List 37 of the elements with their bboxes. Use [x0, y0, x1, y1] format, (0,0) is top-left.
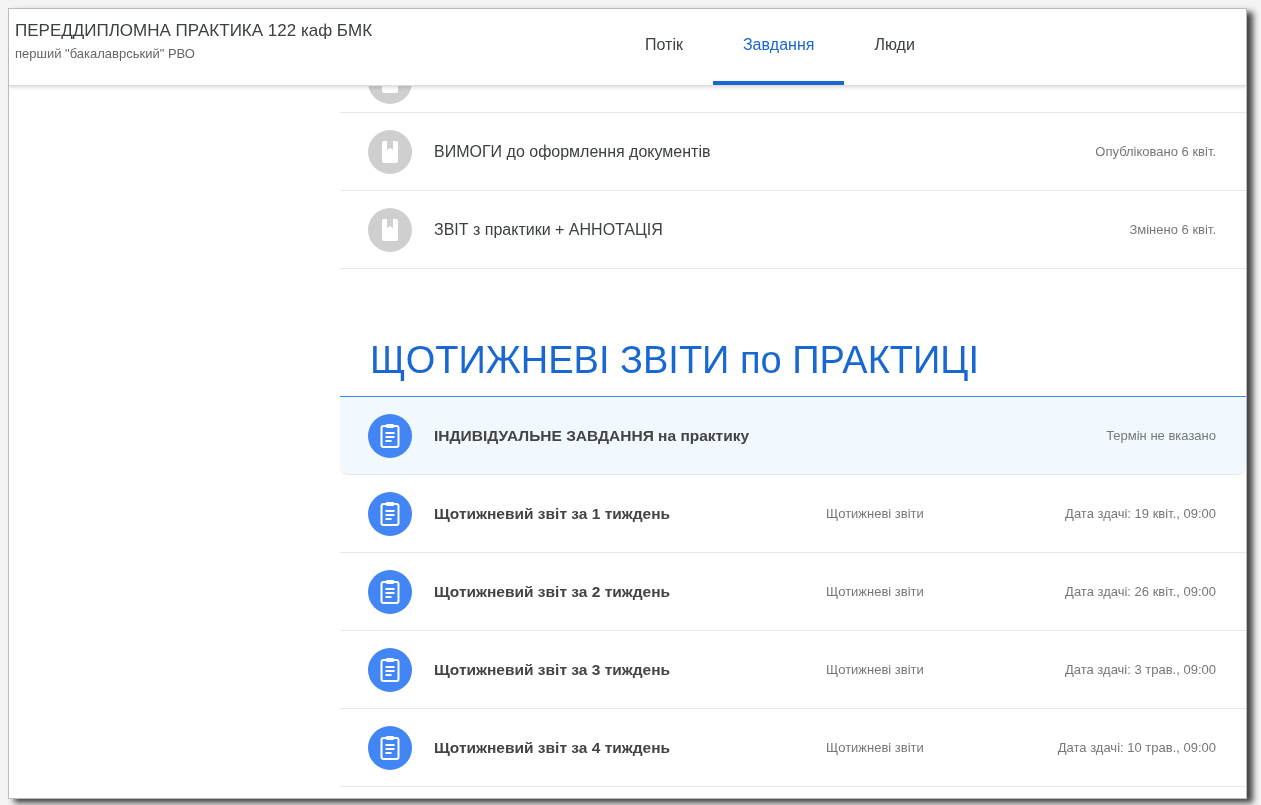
- course-title: ПЕРЕДДИПЛОМНА ПРАКТИКА 122 каф БМК: [15, 21, 374, 41]
- date-label: Змінено 6 квіт.: [1128, 222, 1216, 237]
- due-date-label: Дата здачі: 19 квіт., 09:00: [1064, 506, 1216, 521]
- tab[interactable]: Люди: [844, 9, 945, 85]
- assignment-title: ІНДИВІДУАЛЬНЕ ЗАВДАННЯ на практику: [434, 426, 751, 445]
- material-row[interactable]: ВИМОГИ до оформлення документів Опубліковано 6 квіт.: [340, 113, 1246, 191]
- due-date-label: Дата здачі: 3 трав., 09:00: [1063, 662, 1216, 677]
- due-date-label: Дата здачі: 26 квіт., 09:00: [1064, 584, 1216, 599]
- clipboard-icon: [368, 491, 412, 536]
- assignment-row[interactable]: Щотижневий звіт за 3 тиждень Щотижневі звіти Дата здачі: 3 трав., 09:00: [340, 631, 1246, 709]
- clipboard-icon: [368, 413, 412, 458]
- topic-label: Щотижневі звіти: [826, 740, 925, 755]
- assignment-row[interactable]: Щотижневий звіт за 2 тиждень Щотижневі звіти Дата здачі: 26 квіт., 09:00: [340, 553, 1246, 631]
- assignment-row[interactable]: Щотижневий звіт за 1 тиждень Щотижневі звіти Дата здачі: 19 квіт., 09:00: [340, 475, 1246, 553]
- clipboard-icon: [368, 569, 412, 614]
- document-icon: [368, 207, 412, 252]
- assignment-title: Щотижневий звіт за 1 тиждень: [434, 504, 672, 523]
- topic-label: Щотижневі звіти: [826, 584, 925, 599]
- tab[interactable]: Потік: [615, 9, 713, 85]
- assignment-row[interactable]: Щотижневий звіт за 4 тиждень Щотижневі звіти Дата здачі: 10 трав., 09:00: [340, 709, 1246, 787]
- document-icon: [368, 129, 412, 174]
- due-date-label: Дата здачі: 10 трав., 09:00: [1056, 740, 1216, 755]
- tab[interactable]: Завдання: [712, 9, 845, 85]
- assignment-title: Щотижневий звіт за 4 тиждень: [434, 738, 672, 757]
- material-title: ЗВІТ з практики + АННОТАЦІЯ: [434, 220, 664, 239]
- assignment-title: Щотижневий звіт за 2 тиждень: [434, 582, 672, 601]
- due-date-label: Термін не вказано: [1105, 428, 1216, 443]
- date-label: Опубліковано 6 квіт.: [1094, 144, 1216, 159]
- topic-label: Щотижневі звіти: [826, 662, 925, 677]
- clipboard-icon: [368, 647, 412, 692]
- topic-label: Щотижневі звіти: [826, 506, 925, 521]
- assignment-row[interactable]: ІНДИВІДУАЛЬНЕ ЗАВДАННЯ на практику Термін не вказано: [340, 397, 1246, 475]
- assignment-title: Щотижневий звіт за 3 тиждень: [434, 660, 672, 679]
- material-row[interactable]: ЗВІТ з практики + АННОТАЦІЯ Змінено 6 квіт.: [340, 191, 1246, 269]
- clipboard-icon: [368, 725, 412, 770]
- material-title: ВИМОГИ до оформлення документів: [434, 142, 712, 161]
- course-subtitle: перший "бакалаврський" РВО: [15, 46, 196, 61]
